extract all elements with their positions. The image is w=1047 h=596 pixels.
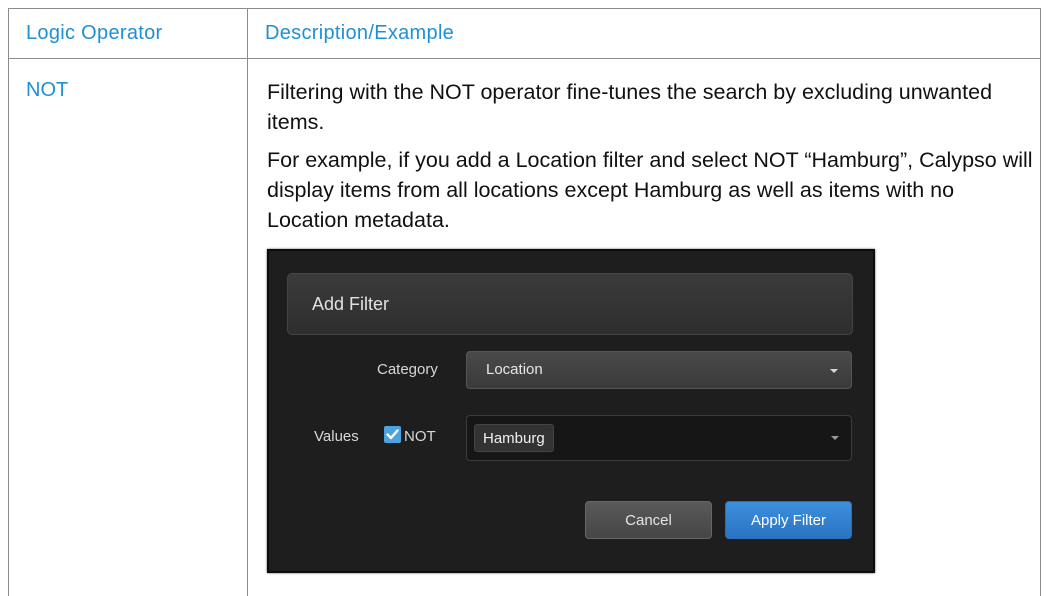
add-filter-dialog-screenshot: Add Filter Category Location Values NOT … [267, 249, 875, 573]
cancel-button[interactable]: Cancel [585, 501, 712, 539]
description-paragraph: Filtering with the NOT operator fine-tun… [267, 80, 993, 134]
values-tag-input[interactable]: Hamburg [466, 415, 852, 461]
checkmark-icon [386, 429, 399, 440]
description-cell: Filtering with the NOT operator fine-tun… [247, 58, 1041, 596]
value-tag-chip[interactable]: Hamburg [474, 424, 554, 452]
document-page: Logic Operator Description/Example NOT F… [0, 0, 1047, 596]
apply-filter-button[interactable]: Apply Filter [725, 501, 852, 539]
not-checkbox-label: NOT [404, 428, 436, 445]
column-header-logic-operator: Logic Operator [8, 8, 248, 59]
table-row: NOT Filtering with the NOT operator fine… [8, 58, 1041, 596]
category-select-value: Location [486, 361, 543, 378]
table-header-row: Logic Operator Description/Example [8, 8, 1041, 59]
chevron-down-icon [830, 369, 838, 373]
logic-operator-table: Logic Operator Description/Example NOT F… [8, 8, 1041, 596]
operator-cell: NOT [8, 58, 248, 596]
category-label: Category [377, 361, 438, 378]
not-checkbox[interactable] [384, 426, 401, 443]
dialog-header: Add Filter [287, 273, 853, 335]
example-paragraph: For example, if you add a Location filte… [267, 148, 1033, 232]
chevron-down-icon [831, 436, 839, 440]
dialog-title: Add Filter [312, 294, 390, 314]
category-select[interactable]: Location [466, 351, 852, 389]
column-header-description: Description/Example [247, 8, 1041, 59]
values-label: Values [314, 428, 359, 445]
